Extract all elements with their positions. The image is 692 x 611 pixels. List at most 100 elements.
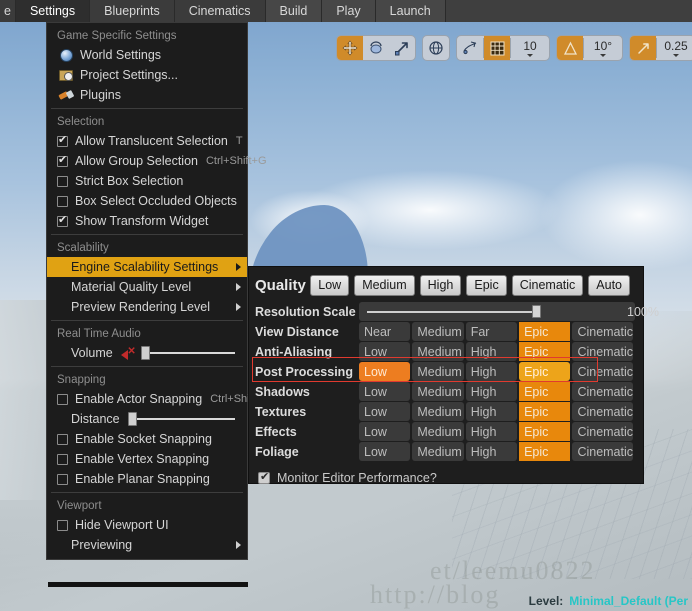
quality-cell-medium[interactable]: Medium (412, 362, 464, 381)
menu-item-enable-planar-snapping[interactable]: Enable Planar Snapping (47, 469, 247, 489)
quality-cell-cinematic[interactable]: Cinematic (572, 342, 634, 361)
menu-tab-edit[interactable]: e (0, 0, 16, 22)
distance-slider-handle[interactable] (127, 412, 137, 426)
quality-cell-low[interactable]: Low (359, 382, 411, 401)
quality-cell-cinematic[interactable]: Cinematic (572, 442, 634, 461)
menu-tab-settings[interactable]: Settings (15, 0, 91, 22)
checkbox-allow-translucent-selection[interactable] (57, 134, 68, 147)
quality-cell-far[interactable]: Far (465, 322, 518, 341)
quality-cell-near[interactable]: Near (359, 322, 411, 341)
grid-snap-icon[interactable] (484, 36, 510, 60)
menu-item-box-select-occluded-objects[interactable]: Box Select Occluded Objects (47, 191, 247, 211)
quality-cell-high[interactable]: High (465, 342, 518, 361)
menu-item-show-transform-widget[interactable]: Show Transform Widget (47, 211, 247, 231)
move-tool-icon[interactable] (337, 36, 363, 60)
resolution-scale-slider[interactable]: 100% (359, 302, 659, 321)
menu-item-preview-rendering-level[interactable]: Preview Rendering Level (47, 297, 247, 317)
checkbox-strict-box-selection[interactable] (57, 175, 68, 187)
menu-item-world-settings[interactable]: World Settings (47, 45, 247, 65)
preset-button-low[interactable]: Low (310, 274, 350, 296)
quality-cell-medium[interactable]: Medium (412, 422, 464, 441)
menu-item-material-quality-level[interactable]: Material Quality Level (47, 277, 247, 297)
menu-tab-build[interactable]: Build (265, 0, 323, 22)
quality-cell-cinematic[interactable]: Cinematic (572, 362, 634, 381)
quality-cell-high[interactable]: High (465, 362, 518, 381)
checkbox-allow-group-selection[interactable] (57, 154, 68, 167)
menu-item-enable-socket-snapping[interactable]: Enable Socket Snapping (47, 429, 247, 449)
quality-cell-cinematic[interactable]: Cinematic (572, 422, 634, 441)
quality-cell-medium[interactable]: Medium (412, 322, 464, 341)
surface-snap-icon[interactable] (457, 36, 483, 60)
checkbox-hide-viewport-ui[interactable] (57, 519, 68, 531)
quality-cell-low[interactable]: Low (359, 362, 411, 381)
quality-cell-high[interactable]: High (465, 442, 518, 461)
quality-cell-epic[interactable]: Epic (519, 322, 571, 341)
menu-item-volume[interactable]: Volume (47, 343, 247, 363)
quality-cell-high[interactable]: High (465, 402, 518, 421)
quality-cell-cinematic[interactable]: Cinematic (572, 322, 634, 341)
chevron-down-icon[interactable] (600, 53, 606, 57)
quality-cell-epic[interactable]: Epic (519, 402, 571, 421)
menu-item-snap-distance[interactable]: Distance (47, 409, 247, 429)
menu-item-project-settings[interactable]: Project Settings... (47, 65, 247, 85)
quality-cell-low[interactable]: Low (359, 402, 411, 421)
preset-button-auto[interactable]: Auto (588, 274, 630, 296)
preset-button-cinematic[interactable]: Cinematic (511, 274, 584, 296)
quality-cell-high[interactable]: High (465, 422, 518, 441)
checkbox-box-select-occluded-objects[interactable] (57, 195, 68, 207)
scale-tool-icon[interactable] (389, 36, 415, 60)
monitor-editor-performance-row[interactable]: Monitor Editor Performance? (255, 468, 635, 488)
checkbox-show-transform-widget[interactable] (57, 214, 68, 227)
world-coordinate-icon[interactable] (423, 36, 449, 60)
menu-item-previewing[interactable]: Previewing (47, 535, 247, 555)
quality-cell-cinematic[interactable]: Cinematic (572, 382, 634, 401)
chevron-down-icon[interactable] (673, 53, 679, 57)
angle-snap-value[interactable]: 10° (584, 36, 622, 60)
quality-cell-medium[interactable]: Medium (412, 382, 464, 401)
scale-snap-value[interactable]: 0.25 (657, 36, 692, 60)
checkbox-monitor-editor-performance[interactable] (258, 470, 270, 484)
checkbox-enable-socket-snapping[interactable] (57, 433, 68, 445)
quality-cell-cinematic[interactable]: Cinematic (572, 402, 634, 421)
menu-item-allow-translucent-selection[interactable]: Allow Translucent Selection T (47, 131, 247, 151)
menu-item-strict-box-selection[interactable]: Strict Box Selection (47, 171, 247, 191)
volume-slider-handle[interactable] (140, 346, 150, 360)
quality-cell-medium[interactable]: Medium (412, 342, 464, 361)
quality-cell-epic[interactable]: Epic (519, 422, 571, 441)
menu-item-allow-group-selection[interactable]: Allow Group Selection Ctrl+Shift+G (47, 151, 267, 171)
grid-snap-value[interactable]: 10 (511, 36, 549, 60)
distance-slider-track[interactable] (127, 412, 235, 426)
volume-slider-track[interactable] (140, 346, 235, 360)
quality-cell-epic[interactable]: Epic (519, 342, 571, 361)
menu-item-plugins[interactable]: Plugins (47, 85, 247, 105)
rotate-tool-icon[interactable] (363, 36, 389, 60)
menu-tab-play[interactable]: Play (322, 0, 376, 22)
quality-cell-epic[interactable]: Epic (519, 382, 571, 401)
preset-button-medium[interactable]: Medium (354, 274, 415, 296)
quality-cell-high[interactable]: High (465, 382, 518, 401)
menu-item-engine-scalability-settings[interactable]: Engine Scalability Settings (47, 257, 247, 277)
quality-cell-epic[interactable]: Epic (519, 362, 571, 381)
menu-item-hide-viewport-ui[interactable]: Hide Viewport UI (47, 515, 247, 535)
quality-cell-medium[interactable]: Medium (412, 402, 464, 421)
checkbox-enable-vertex-snapping[interactable] (57, 453, 68, 465)
resolution-scale-handle[interactable] (532, 305, 541, 318)
quality-cell-low[interactable]: Low (359, 422, 411, 441)
preset-button-high[interactable]: High (419, 274, 462, 296)
scale-snap-icon[interactable] (630, 36, 656, 60)
quality-cell-epic[interactable]: Epic (519, 442, 571, 461)
menu-tab-blueprints[interactable]: Blueprints (90, 0, 175, 22)
menu-tab-launch[interactable]: Launch (375, 0, 446, 22)
menu-item-enable-vertex-snapping[interactable]: Enable Vertex Snapping (47, 449, 247, 469)
chevron-down-icon[interactable] (527, 53, 533, 57)
checkbox-enable-actor-snapping[interactable] (57, 393, 68, 405)
quality-cell-low[interactable]: Low (359, 442, 411, 461)
quality-cell-low[interactable]: Low (359, 342, 411, 361)
menu-tab-cinematics[interactable]: Cinematics (174, 0, 266, 22)
quality-cell-medium[interactable]: Medium (412, 442, 464, 461)
mute-speaker-icon[interactable] (120, 345, 136, 360)
angle-snap-icon[interactable] (557, 36, 583, 60)
menu-item-enable-actor-snapping[interactable]: Enable Actor Snapping Ctrl+Shift+K (47, 389, 270, 409)
checkbox-enable-planar-snapping[interactable] (57, 473, 68, 485)
preset-button-epic[interactable]: Epic (466, 274, 507, 296)
